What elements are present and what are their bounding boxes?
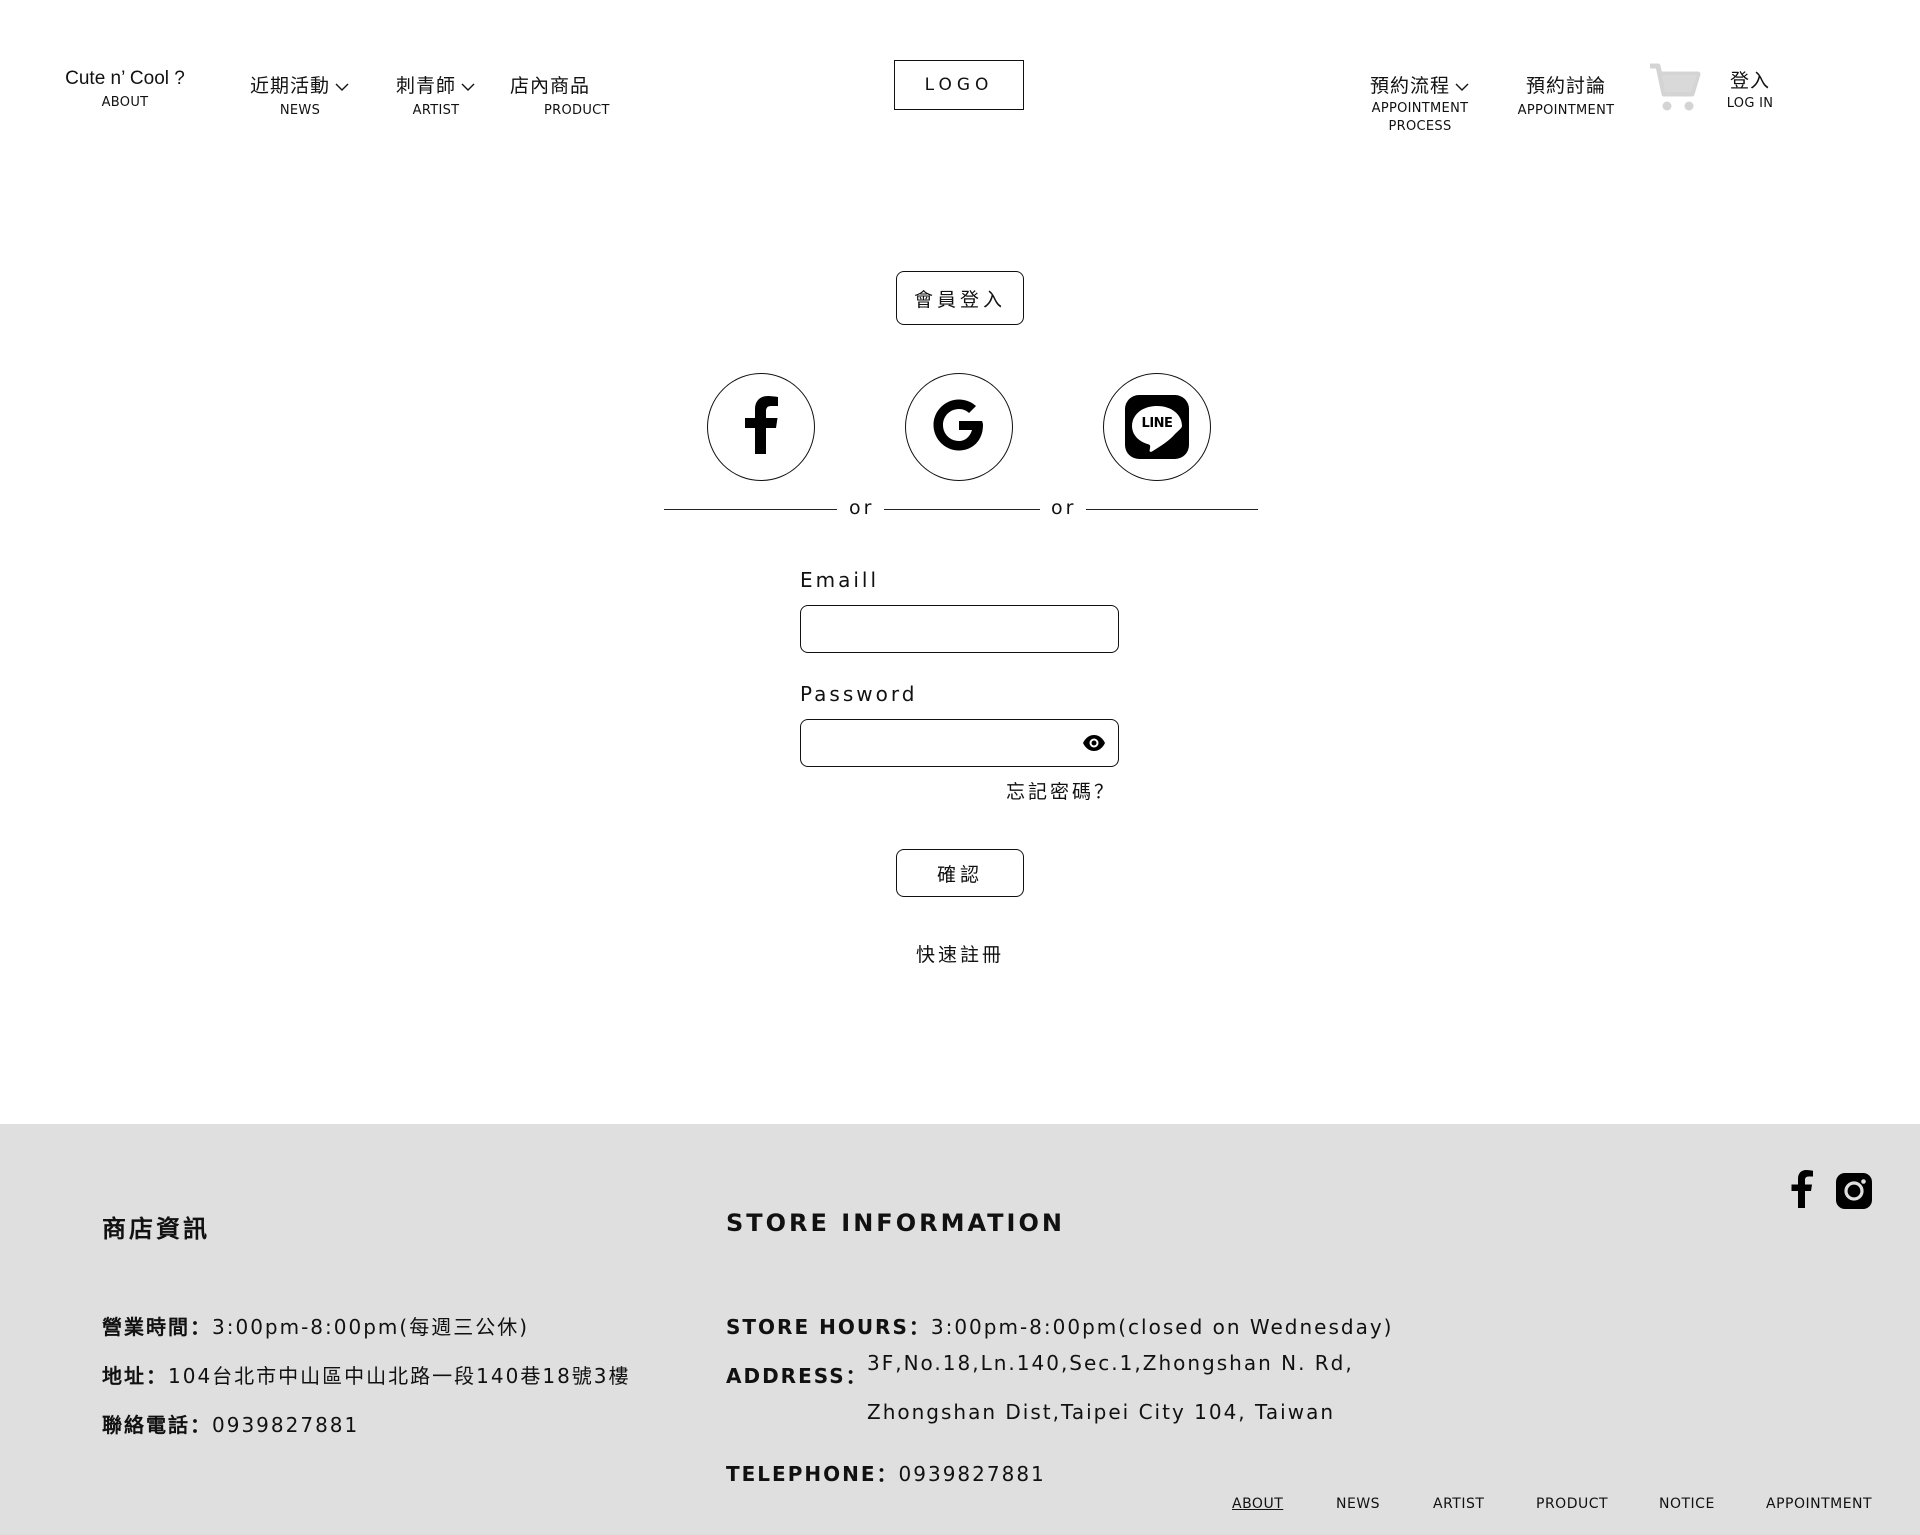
- line-icon: LINE: [1125, 395, 1189, 459]
- store-hours-key: STORE HOURS：: [726, 1315, 931, 1339]
- nav-login[interactable]: 登入 LOG IN: [1720, 66, 1780, 113]
- nav-product[interactable]: 店內商品 PRODUCT: [510, 71, 610, 120]
- cart-icon[interactable]: [1648, 62, 1702, 114]
- address-en-line1: 3F,No.18,Ln.140,Sec.1,Zhongshan N. Rd,: [867, 1351, 1354, 1375]
- nav-login-label: 登入: [1729, 70, 1770, 92]
- address-en-key: ADDRESS：: [726, 1364, 868, 1388]
- footer-nav-notice[interactable]: NOTICE: [1659, 1496, 1715, 1512]
- address-key: 地址：: [102, 1364, 168, 1388]
- instagram-icon[interactable]: [1836, 1173, 1872, 1211]
- store-info-heading-en: STORE INFORMATION: [726, 1209, 1065, 1237]
- password-field[interactable]: [800, 719, 1119, 767]
- nav-about-label: Cute n’ Cool ?: [65, 68, 185, 89]
- google-login-button[interactable]: [905, 373, 1013, 481]
- address-en-line2: Zhongshan Dist,Taipei City 104, Taiwan: [867, 1400, 1336, 1424]
- email-label: Emaill: [800, 568, 880, 592]
- store-hours-zh: 營業時間：3:00pm-8:00pm(每週三公休): [102, 1311, 529, 1340]
- nav-login-sub: LOG IN: [1726, 96, 1774, 111]
- footer-nav-product[interactable]: PRODUCT: [1536, 1496, 1608, 1512]
- nav-appointment[interactable]: 預約討論 APPOINTMENT: [1510, 71, 1622, 120]
- quick-register-link[interactable]: 快速註冊: [916, 940, 1004, 967]
- nav-appointment-process[interactable]: 預約流程 APPOINTMENT PROCESS: [1362, 71, 1478, 136]
- eye-icon[interactable]: [1082, 734, 1106, 752]
- nav-artist-sub: ARTIST: [412, 103, 460, 118]
- telephone-key: 聯絡電話：: [102, 1413, 212, 1437]
- store-info-heading-zh: 商店資訊: [102, 1215, 210, 1243]
- nav-appointment-process-label: 預約流程: [1369, 75, 1450, 97]
- divider-line: [884, 509, 1040, 510]
- divider-line: [1086, 509, 1258, 510]
- footer-nav-about[interactable]: ABOUT: [1232, 1496, 1283, 1512]
- store-hours-value: 3:00pm-8:00pm(closed on Wednesday): [930, 1315, 1394, 1339]
- footer-nav-artist[interactable]: ARTIST: [1433, 1496, 1484, 1512]
- nav-news-sub: NEWS: [279, 103, 321, 118]
- nav-appointment-process-sub: APPOINTMENT: [1371, 101, 1469, 116]
- address-zh: 地址：104台北市中山區中山北路一段140巷18號3樓: [102, 1360, 631, 1389]
- store-hours-key: 營業時間：: [102, 1315, 212, 1339]
- telephone-zh: 聯絡電話：0939827881: [102, 1409, 359, 1438]
- store-hours-value: 3:00pm-8:00pm(每週三公休): [212, 1315, 530, 1339]
- or-separator: or: [849, 497, 875, 519]
- nav-news[interactable]: 近期活動 NEWS: [238, 71, 362, 120]
- facebook-icon: [743, 396, 779, 458]
- nav-artist[interactable]: 刺青師 ARTIST: [386, 71, 486, 120]
- forgot-password-link[interactable]: 忘記密碼？: [1006, 777, 1116, 804]
- line-badge-text: LINE: [1141, 416, 1173, 431]
- chevron-down-icon: [460, 81, 476, 93]
- nav-product-sub: PRODUCT: [544, 103, 610, 118]
- confirm-button[interactable]: 確認: [896, 849, 1024, 897]
- telephone-value: 0939827881: [212, 1413, 360, 1437]
- divider-line: [664, 509, 837, 510]
- facebook-login-button[interactable]: [707, 373, 815, 481]
- nav-about-sub: ABOUT: [101, 95, 149, 110]
- chevron-down-icon: [1454, 81, 1470, 93]
- nav-appointment-sub: APPOINTMENT: [1517, 103, 1615, 118]
- nav-artist-label: 刺青師: [395, 75, 456, 97]
- store-hours-en: STORE HOURS：3:00pm-8:00pm(closed on Wedn…: [726, 1311, 1394, 1340]
- address-value: 104台北市中山區中山北路一段140巷18號3樓: [168, 1364, 631, 1388]
- chevron-down-icon: [334, 81, 350, 93]
- or-separator: or: [1051, 497, 1077, 519]
- facebook-icon[interactable]: [1790, 1170, 1826, 1208]
- nav-appointment-label: 預約討論: [1525, 75, 1606, 97]
- google-icon: [930, 396, 988, 458]
- telephone-key: TELEPHONE：: [726, 1462, 899, 1486]
- footer-nav-appointment[interactable]: APPOINTMENT: [1766, 1496, 1872, 1512]
- line-login-button[interactable]: LINE: [1103, 373, 1211, 481]
- telephone-value: 0939827881: [898, 1462, 1046, 1486]
- nav-appointment-process-sub2: PROCESS: [1388, 119, 1452, 134]
- password-label: Password: [800, 682, 918, 706]
- telephone-en: TELEPHONE：0939827881: [726, 1458, 1046, 1487]
- member-login-title: 會員登入: [896, 271, 1024, 325]
- nav-product-label: 店內商品: [510, 75, 591, 97]
- logo[interactable]: LOGO: [894, 60, 1024, 110]
- nav-about[interactable]: Cute n’ Cool ? ABOUT: [58, 68, 192, 112]
- nav-news-label: 近期活動: [249, 75, 330, 97]
- email-field[interactable]: [800, 605, 1119, 653]
- footer-nav-news[interactable]: NEWS: [1336, 1496, 1380, 1512]
